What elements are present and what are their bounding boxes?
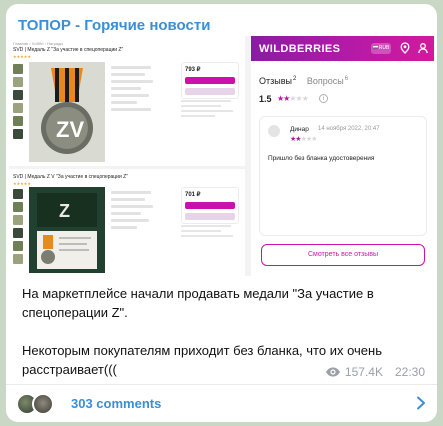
certificate-illustration: Z [29, 187, 105, 273]
tab-questions: Вопросы6 [306, 76, 349, 86]
tab-reviews: Отзывы2 [259, 76, 297, 86]
thumbnail-strip [13, 189, 23, 267]
profile-icon [418, 43, 428, 54]
channel-title[interactable]: ТОПОР - Горячие новости [18, 17, 210, 34]
product-title: SVD | Медаль Z V "За участие в спецопера… [13, 174, 128, 180]
wb-header: WILDBERRIES RUB [251, 36, 434, 61]
buy-now-button [185, 88, 235, 95]
message-bubble: ТОПОР - Горячие новости Главная › Хобби … [6, 4, 437, 422]
thumbnail [13, 202, 23, 212]
wb-logo: WILDBERRIES [259, 43, 341, 55]
rating-value: 1.5 [259, 94, 272, 104]
product-specs [111, 66, 155, 115]
comments-button[interactable]: 303 comments [6, 385, 437, 422]
buy-card: 793 ₽ [181, 62, 239, 99]
review-date: 14 ноября 2022, 20:47 [318, 126, 380, 132]
info-icon: i [319, 94, 328, 103]
thumbnail [13, 77, 23, 87]
product-rating-stars: ★★★★★ [13, 54, 31, 59]
thumbnail [13, 129, 23, 139]
view-count: 157.4K [344, 365, 383, 379]
reviews-tabs: Отзывы2 Вопросы6 [259, 76, 348, 86]
add-to-cart-button [185, 77, 235, 84]
rating-stars: ★★★★★ [277, 94, 309, 103]
svg-text:Z: Z [59, 201, 70, 221]
price: 701 ₽ [185, 192, 201, 198]
thumbnail [13, 241, 23, 251]
review-card: Динар 14 ноября 2022, 20:47 ★★★★★ Пришло… [259, 116, 427, 236]
message-meta: 157.4K 22:30 [325, 365, 425, 379]
review-author: Динар [290, 126, 309, 133]
thumbnail [13, 64, 23, 74]
review-text: Пришло без бланка удостоверения [268, 155, 375, 162]
review-stars: ★★★★★ [290, 136, 317, 143]
seller-info [181, 100, 239, 120]
media-collage[interactable]: Главная › Хобби › Награды SVD | Медаль Z… [9, 36, 434, 276]
message-time: 22:30 [394, 365, 425, 379]
comments-count-label: 303 comments [71, 396, 162, 411]
thumbnail [13, 254, 23, 264]
chevron-right-icon [417, 396, 425, 410]
buy-card: 701 ₽ [181, 187, 239, 224]
currency-badge: RUB [371, 43, 391, 54]
eye-icon [325, 367, 340, 377]
thumbnail [13, 116, 23, 126]
product-specs [111, 191, 155, 233]
seller-info [181, 225, 239, 240]
avatar [268, 125, 280, 137]
add-to-cart-button [185, 202, 235, 209]
svg-text:ZV: ZV [56, 117, 84, 142]
price: 793 ₽ [185, 67, 201, 73]
product-screenshot-1: Главная › Хобби › Награды SVD | Медаль Z… [9, 36, 245, 166]
medal-image: ZV [29, 62, 105, 162]
flag-icon [372, 45, 378, 50]
thumbnail [13, 228, 23, 238]
product-title: SVD | Медаль Z "За участие в спецопераци… [13, 47, 124, 53]
thumbnail-strip [13, 64, 23, 142]
all-reviews-button: Смотреть все отзывы [261, 244, 425, 266]
product-rating-stars: ★★★★★ [13, 181, 31, 186]
wildberries-reviews-screenshot: WILDBERRIES RUB Отзывы2 Вопросы6 1.5 ★★★… [251, 36, 434, 276]
thumbnail [13, 90, 23, 100]
location-icon [400, 42, 410, 54]
medal-illustration: ZV [29, 62, 105, 162]
message-paragraph: На маркетплейсе начали продавать медали … [22, 286, 374, 320]
buy-now-button [185, 213, 235, 220]
commenter-avatar [32, 393, 54, 415]
thumbnail [13, 103, 23, 113]
thumbnail [13, 215, 23, 225]
breadcrumb: Главная › Хобби › Награды [13, 41, 64, 46]
product-screenshot-2: SVD | Медаль Z V "За участие в спецопера… [9, 169, 245, 276]
certificate-image: Z [29, 187, 105, 273]
thumbnail [13, 189, 23, 199]
